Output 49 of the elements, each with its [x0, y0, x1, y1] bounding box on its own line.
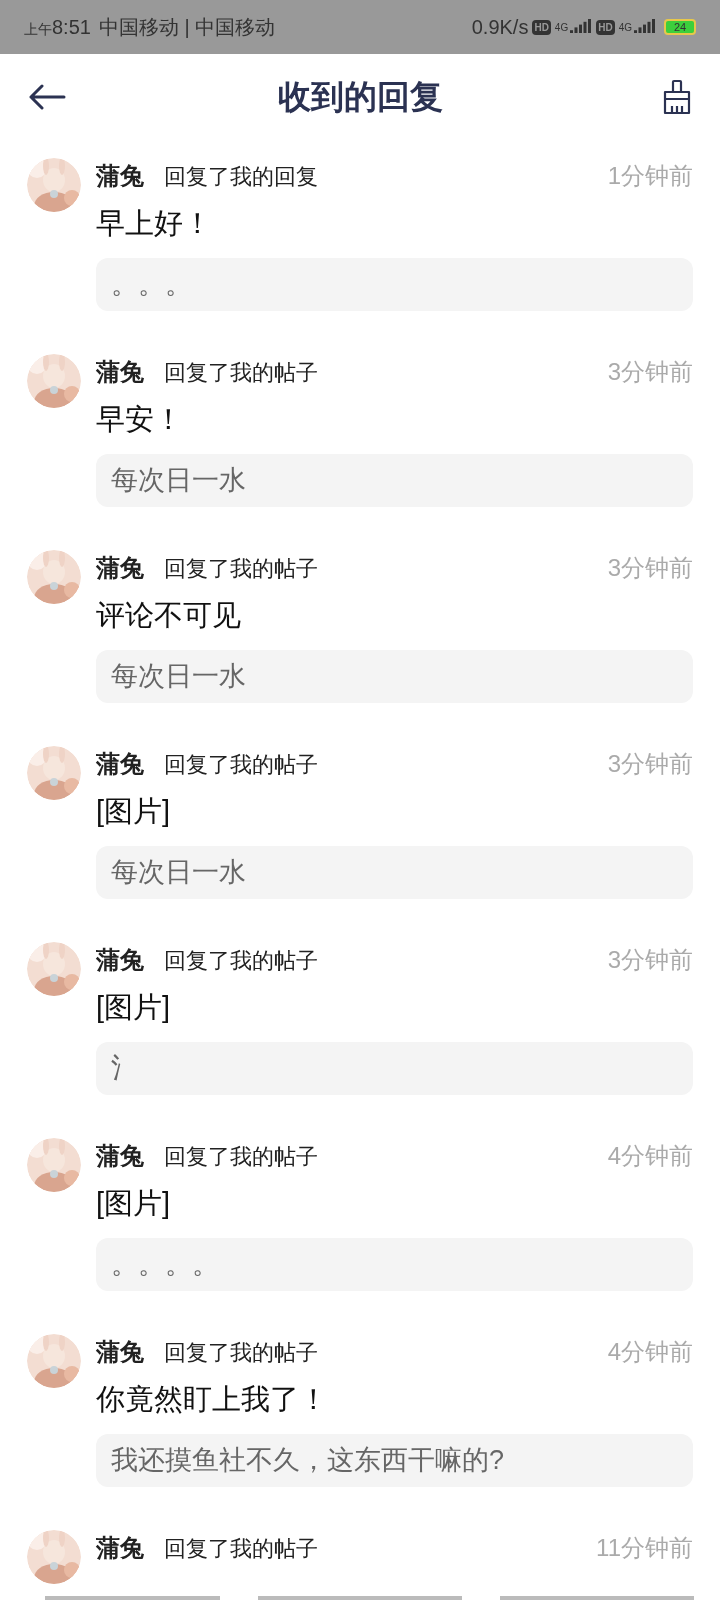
- reply-action: 回复了我的帖子: [164, 554, 318, 583]
- quoted-post[interactable]: 每次日一水: [96, 846, 693, 899]
- reply-time: 11分钟前: [596, 1533, 693, 1563]
- hd-badge: HD: [532, 19, 551, 35]
- status-time: 上午8:51: [24, 15, 91, 40]
- network-speed: 0.9K/s: [471, 15, 529, 40]
- reply-time: 4分钟前: [607, 1141, 693, 1171]
- quoted-post[interactable]: 每次日一水: [96, 650, 693, 703]
- quoted-post[interactable]: 我还摸鱼社不久，这东西干嘛的?: [96, 1434, 693, 1487]
- reply-text: 你竟然盯上我了！: [96, 1382, 328, 1417]
- reply-action: 回复了我的回复: [164, 162, 318, 191]
- quoted-post[interactable]: 氵: [96, 1042, 693, 1095]
- hd-badge: HD: [596, 19, 615, 35]
- user-name[interactable]: 蒲兔: [96, 746, 144, 782]
- user-name[interactable]: 蒲兔: [96, 354, 144, 390]
- user-name[interactable]: 蒲兔: [96, 942, 144, 978]
- quoted-post[interactable]: 每次日一水: [96, 454, 693, 507]
- reply-time: 3分钟前: [607, 945, 693, 975]
- battery-icon: 24: [664, 19, 696, 35]
- user-name[interactable]: 蒲兔: [96, 1138, 144, 1174]
- reply-action: 回复了我的帖子: [164, 750, 318, 779]
- reply-time: 3分钟前: [607, 553, 693, 583]
- reply-text: 评论不可见: [96, 598, 241, 633]
- quoted-post[interactable]: 。。。: [96, 258, 693, 311]
- signal-icon: [634, 19, 656, 35]
- reply-text: 早上好！: [96, 206, 212, 241]
- user-name[interactable]: 蒲兔: [96, 1530, 144, 1566]
- network-type: 4G: [554, 20, 569, 35]
- reply-text: [图片]: [96, 794, 171, 829]
- reply-time: 3分钟前: [607, 357, 693, 387]
- reply-text: [图片]: [96, 1186, 171, 1221]
- page-title: 收到的回复: [277, 77, 443, 118]
- user-name[interactable]: 蒲兔: [96, 1334, 144, 1370]
- reply-action: 回复了我的帖子: [164, 1534, 318, 1563]
- reply-text: [图片]: [96, 990, 171, 1025]
- reply-time: 3分钟前: [607, 749, 693, 779]
- reply-time: 4分钟前: [607, 1337, 693, 1367]
- network-type: 4G: [618, 20, 632, 35]
- reply-action: 回复了我的帖子: [164, 358, 318, 387]
- carrier-label: 中国移动 | 中国移动: [98, 15, 276, 40]
- user-name[interactable]: 蒲兔: [96, 158, 144, 194]
- reply-action: 回复了我的帖子: [164, 1338, 318, 1367]
- signal-icon: [570, 19, 593, 35]
- quoted-post[interactable]: 。。。。: [96, 1238, 693, 1291]
- reply-text: 早安！: [96, 402, 183, 437]
- reply-action: 回复了我的帖子: [164, 946, 318, 975]
- reply-time: 1分钟前: [607, 161, 693, 191]
- reply-action: 回复了我的帖子: [164, 1142, 318, 1171]
- user-name[interactable]: 蒲兔: [96, 550, 144, 586]
